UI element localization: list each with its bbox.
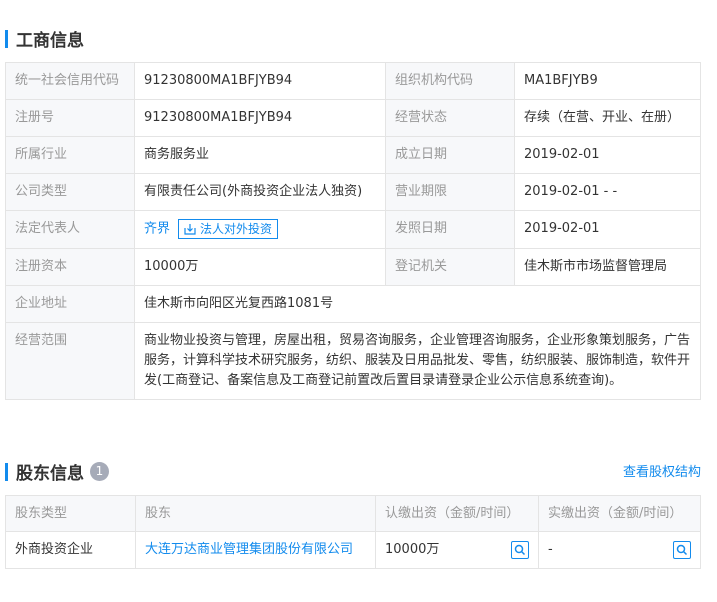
column-header: 股东 <box>135 495 376 532</box>
table-row: 注册资本 10000万 登记机关 佳木斯市市场监督管理局 <box>5 247 701 286</box>
business-info-table: 统一社会信用代码 91230800MA1BFJYB94 组织机构代码 MA1BFJYB… <box>5 62 701 400</box>
label: 公司类型 <box>5 173 135 211</box>
address-value: 佳木斯市向阳区光复西路1081号 <box>134 284 701 323</box>
shareholders-title: 股东信息 1 <box>5 459 109 484</box>
title-text: 工商信息 <box>16 31 84 51</box>
value: 佳木斯市市场监督管理局 <box>514 247 701 286</box>
value: 10000万 <box>134 247 386 286</box>
label: 营业期限 <box>385 173 515 211</box>
table-row: 公司类型 有限责任公司(外商投资企业法人独资) 营业期限 2019-02-01 - - <box>5 173 701 211</box>
label: 成立日期 <box>385 136 515 174</box>
paid-cell: - <box>538 531 701 569</box>
button-label: 法人对外投资 <box>200 222 273 236</box>
subscribed-cell: 10000万 <box>375 531 539 569</box>
subscribed-value: 10000万 <box>385 542 440 557</box>
label: 发照日期 <box>385 210 515 249</box>
search-icon[interactable] <box>511 541 529 559</box>
value: MA1BFJYB9 <box>514 62 701 100</box>
paid-value: - <box>548 542 553 557</box>
shareholders-table: 股东类型 股东 认缴出资（金额/时间） 实缴出资（金额/时间） 外商投资企业 大连万达… <box>5 495 701 569</box>
value: 商务服务业 <box>134 136 386 174</box>
download-icon <box>184 224 196 235</box>
label: 统一社会信用代码 <box>5 62 135 100</box>
value: 存续（在营、开业、在册） <box>514 99 701 137</box>
table-row: 外商投资企业 大连万达商业管理集团股份有限公司 10000万 - <box>5 531 701 569</box>
label: 经营范围 <box>5 321 135 400</box>
table-row: 企业地址 佳木斯市向阳区光复西路1081号 <box>5 284 701 323</box>
header-row: 股东类型 股东 认缴出资（金额/时间） 实缴出资（金额/时间） <box>5 495 701 532</box>
value: 2019-02-01 <box>514 136 701 174</box>
search-icon[interactable] <box>673 541 691 559</box>
column-header: 实缴出资（金额/时间） <box>538 495 701 532</box>
legal-rep-investment-button[interactable]: 法人对外投资 <box>178 219 279 239</box>
label: 法定代表人 <box>5 210 135 249</box>
column-header: 认缴出资（金额/时间） <box>375 495 539 532</box>
label: 注册资本 <box>5 247 135 286</box>
value: 91230800MA1BFJYB94 <box>134 62 386 100</box>
business-info-title: 工商信息 <box>5 26 84 51</box>
count-badge: 1 <box>90 462 109 481</box>
table-row: 经营范围 商业物业投资与管理，房屋出租，贸易咨询服务，企业管理咨询服务，企业形象策… <box>5 321 701 400</box>
label: 组织机构代码 <box>385 62 515 100</box>
table-row: 法定代表人 齐界 法人对外投资 发照日期 2019-02-01 <box>5 210 701 249</box>
legal-rep-link[interactable]: 齐界 <box>144 222 170 237</box>
view-equity-structure-link[interactable]: 查看股权结构 <box>623 461 701 480</box>
value: 2019-02-01 <box>514 210 701 249</box>
table-row: 所属行业 商务服务业 成立日期 2019-02-01 <box>5 136 701 174</box>
label: 注册号 <box>5 99 135 137</box>
label: 经营状态 <box>385 99 515 137</box>
title-text: 股东信息 <box>16 464 84 484</box>
value: 有限责任公司(外商投资企业法人独资) <box>134 173 386 211</box>
table-row: 统一社会信用代码 91230800MA1BFJYB94 组织机构代码 MA1BFJYB… <box>5 62 701 100</box>
table-row: 注册号 91230800MA1BFJYB94 经营状态 存续（在营、开业、在册） <box>5 99 701 137</box>
shareholder-name-link[interactable]: 大连万达商业管理集团股份有限公司 <box>135 531 376 569</box>
label: 所属行业 <box>5 136 135 174</box>
label: 企业地址 <box>5 284 135 323</box>
column-header: 股东类型 <box>5 495 136 532</box>
value: 2019-02-01 - - <box>514 173 701 211</box>
value: 91230800MA1BFJYB94 <box>134 99 386 137</box>
label: 登记机关 <box>385 247 515 286</box>
value: 齐界 法人对外投资 <box>134 210 386 249</box>
shareholder-type: 外商投资企业 <box>5 531 136 569</box>
scope-value: 商业物业投资与管理，房屋出租，贸易咨询服务，企业管理咨询服务，企业形象策划服务，… <box>134 321 701 400</box>
